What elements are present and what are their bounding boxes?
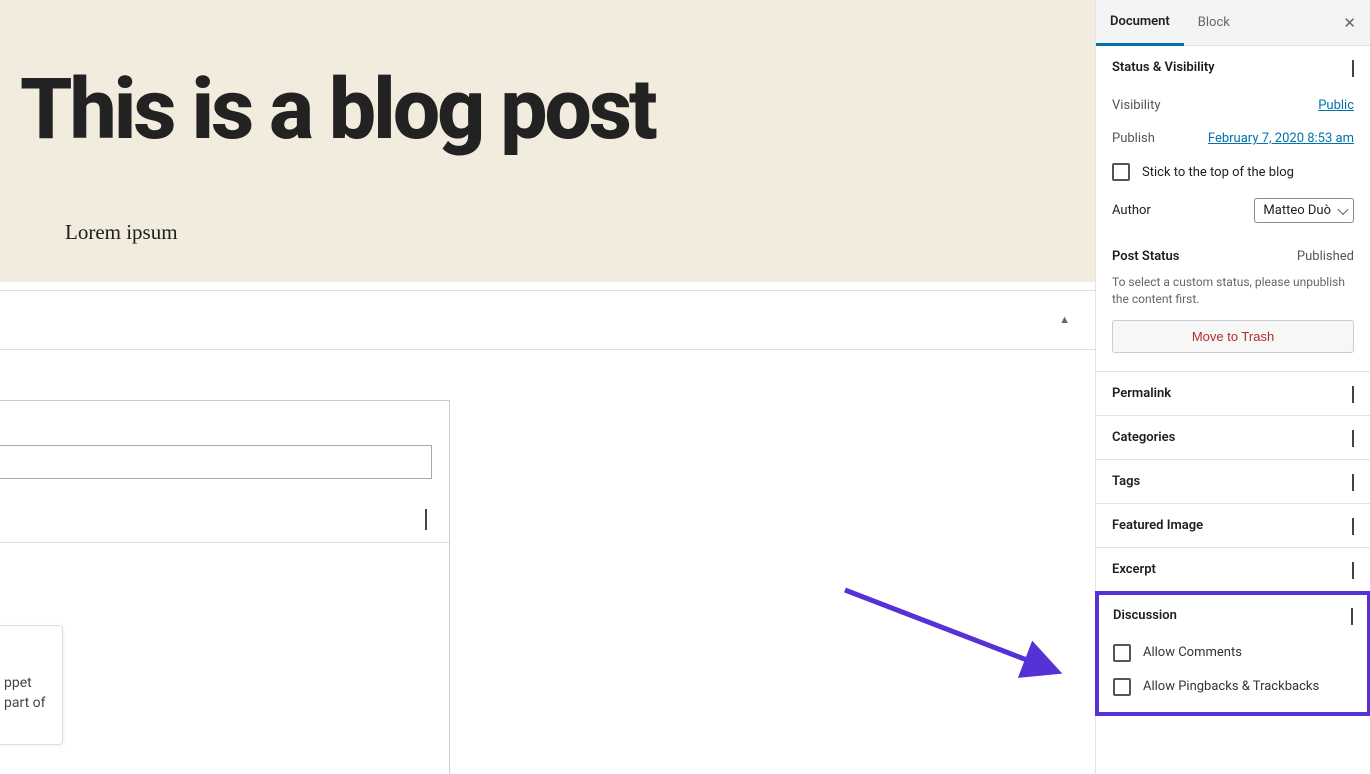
chevron-down-icon: [1352, 562, 1354, 577]
sidebar-tabs: Document Block ✕: [1096, 0, 1370, 46]
panel-title-status: Status & Visibility: [1112, 60, 1215, 75]
settings-sidebar: Document Block ✕ Status & Visibility Vis…: [1095, 0, 1370, 774]
author-value: Matteo Duò: [1263, 203, 1331, 218]
metabox-strip: ▲: [0, 290, 1095, 350]
visibility-value-link[interactable]: Public: [1318, 98, 1354, 113]
annotation-arrow: [835, 582, 1095, 702]
panel-title-featured-image: Featured Image: [1112, 518, 1203, 533]
chevron-down-icon: [1352, 474, 1354, 489]
stick-label: Stick to the top of the blog: [1142, 165, 1294, 180]
chevron-down-icon: [1352, 430, 1354, 445]
allow-pingbacks-label: Allow Pingbacks & Trackbacks: [1143, 679, 1319, 694]
allow-comments-checkbox[interactable]: [1113, 644, 1131, 662]
publish-label: Publish: [1112, 131, 1155, 146]
post-title[interactable]: This is a blog post: [20, 70, 1095, 150]
allow-comments-label: Allow Comments: [1143, 645, 1242, 660]
move-to-trash-button[interactable]: Move to Trash: [1112, 320, 1354, 353]
panel-header-featured-image[interactable]: Featured Image: [1096, 504, 1370, 547]
editor-main: This is a blog post Lorem ipsum ▲ ppet p…: [0, 0, 1095, 774]
chevron-up-icon: [425, 509, 427, 528]
allow-pingbacks-row[interactable]: Allow Pingbacks & Trackbacks: [1113, 670, 1353, 704]
tab-block[interactable]: Block: [1184, 0, 1244, 45]
close-sidebar-icon[interactable]: ✕: [1343, 14, 1356, 32]
collapse-up-icon[interactable]: ▲: [1059, 313, 1070, 326]
panel-header-discussion[interactable]: Discussion: [1099, 595, 1367, 636]
panel-featured-image: Featured Image: [1096, 504, 1370, 548]
tab-document[interactable]: Document: [1096, 1, 1184, 46]
panel-excerpt: Excerpt: [1096, 548, 1370, 592]
publish-date-link[interactable]: February 7, 2020 8:53 am: [1208, 131, 1354, 146]
panel-header-permalink[interactable]: Permalink: [1096, 372, 1370, 415]
chevron-down-icon: [1352, 386, 1354, 401]
chevron-up-icon: [1352, 60, 1354, 75]
panel-title-tags: Tags: [1112, 474, 1140, 489]
panel-header-tags[interactable]: Tags: [1096, 460, 1370, 503]
panel-title-categories: Categories: [1112, 430, 1175, 445]
panel-header-status[interactable]: Status & Visibility: [1096, 46, 1370, 89]
panel-discussion: Discussion Allow Comments Allow Pingback…: [1095, 591, 1370, 716]
editor-hero: This is a blog post Lorem ipsum: [0, 0, 1095, 282]
panel-header-excerpt[interactable]: Excerpt: [1096, 548, 1370, 591]
allow-pingbacks-checkbox[interactable]: [1113, 678, 1131, 696]
below-hero-area: ▲ ppet part of: [0, 282, 1095, 774]
stick-to-top-row[interactable]: Stick to the top of the blog: [1112, 155, 1354, 189]
partial-metabox: [0, 400, 450, 774]
status-help-text: To select a custom status, please unpubl…: [1112, 270, 1354, 320]
snippet-line-2: part of: [4, 694, 56, 714]
panel-categories: Categories: [1096, 416, 1370, 460]
panel-title-permalink: Permalink: [1112, 386, 1171, 401]
post-body-text[interactable]: Lorem ipsum: [65, 220, 1095, 245]
panel-title-excerpt: Excerpt: [1112, 562, 1156, 577]
snippet-preview-fragment: ppet part of: [0, 625, 63, 745]
chevron-up-icon: [1351, 608, 1353, 623]
panel-status-visibility: Status & Visibility Visibility Public Pu…: [1096, 46, 1370, 372]
allow-comments-row[interactable]: Allow Comments: [1113, 636, 1353, 670]
post-status-label: Post Status: [1112, 249, 1180, 264]
post-status-value: Published: [1297, 249, 1354, 264]
stick-checkbox[interactable]: [1112, 163, 1130, 181]
panel-permalink: Permalink: [1096, 372, 1370, 416]
metabox-section-row[interactable]: [0, 491, 449, 543]
panel-tags: Tags: [1096, 460, 1370, 504]
metabox-input[interactable]: [0, 445, 432, 479]
chevron-down-icon: [1352, 518, 1354, 533]
author-select[interactable]: Matteo Duò: [1254, 198, 1354, 223]
panel-title-discussion: Discussion: [1113, 608, 1177, 623]
author-label: Author: [1112, 203, 1151, 218]
visibility-label: Visibility: [1112, 98, 1161, 113]
panel-header-categories[interactable]: Categories: [1096, 416, 1370, 459]
snippet-line-1: ppet: [4, 674, 56, 694]
